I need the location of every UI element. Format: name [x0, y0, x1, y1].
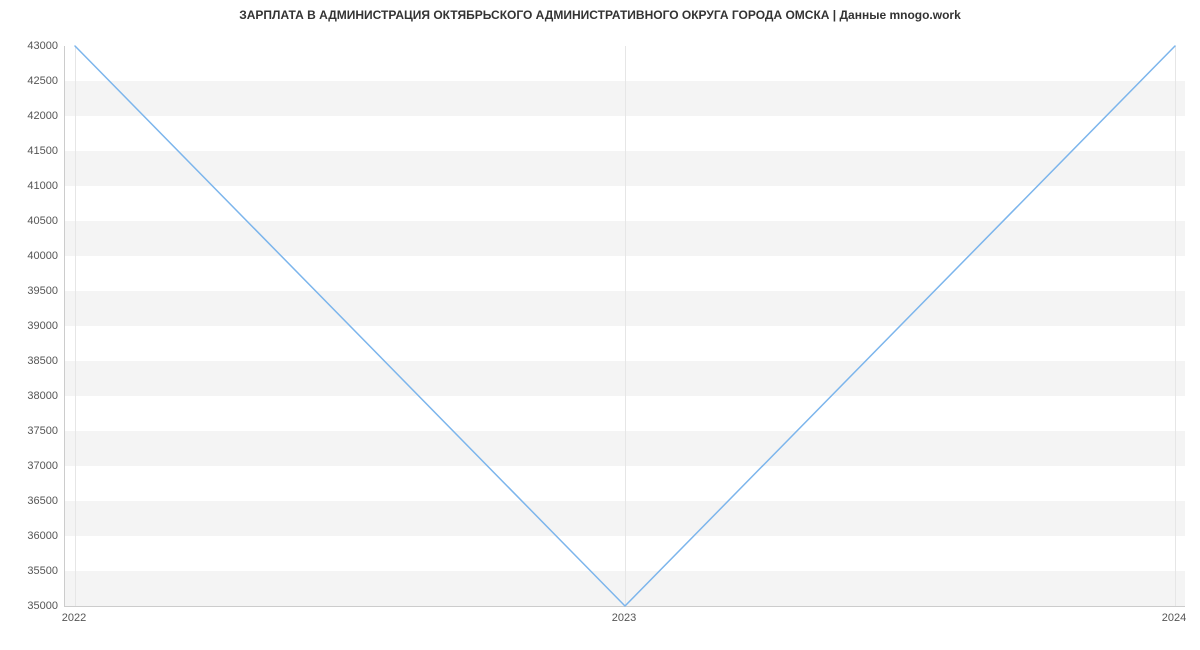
- y-tick-label: 41000: [8, 180, 58, 192]
- y-tick-label: 35000: [8, 600, 58, 612]
- y-tick-label: 43000: [8, 40, 58, 52]
- y-tick-label: 38500: [8, 355, 58, 367]
- y-tick-label: 39500: [8, 285, 58, 297]
- y-tick-label: 40500: [8, 215, 58, 227]
- y-tick-label: 41500: [8, 145, 58, 157]
- chart-line-layer: [65, 46, 1185, 606]
- y-tick-label: 40000: [8, 250, 58, 262]
- plot-area: [64, 46, 1185, 607]
- y-tick-label: 39000: [8, 320, 58, 332]
- series-line: [75, 46, 1175, 606]
- x-tick-label: 2023: [612, 612, 636, 624]
- chart-title: ЗАРПЛАТА В АДМИНИСТРАЦИЯ ОКТЯБРЬСКОГО АД…: [0, 8, 1200, 22]
- y-tick-label: 36000: [8, 530, 58, 542]
- y-tick-label: 38000: [8, 390, 58, 402]
- y-tick-label: 37500: [8, 425, 58, 437]
- y-tick-label: 42500: [8, 75, 58, 87]
- y-tick-label: 35500: [8, 565, 58, 577]
- y-tick-label: 36500: [8, 495, 58, 507]
- x-tick-label: 2024: [1162, 612, 1186, 624]
- y-tick-label: 37000: [8, 460, 58, 472]
- x-tick-label: 2022: [62, 612, 86, 624]
- chart-container: ЗАРПЛАТА В АДМИНИСТРАЦИЯ ОКТЯБРЬСКОГО АД…: [0, 0, 1200, 650]
- y-tick-label: 42000: [8, 110, 58, 122]
